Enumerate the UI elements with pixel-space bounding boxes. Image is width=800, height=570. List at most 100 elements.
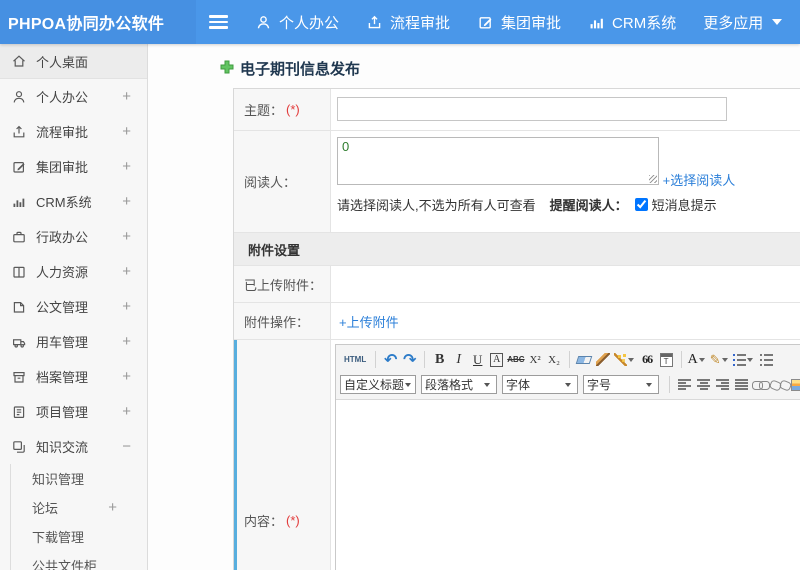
paste-plain-text-icon[interactable] xyxy=(659,352,673,367)
select-readers-link[interactable]: +选择阅读人 xyxy=(663,170,736,189)
sms-notify-label: 短消息提示 xyxy=(651,198,717,213)
nav-group-approval[interactable]: 集团审批 xyxy=(477,12,561,33)
sidebar-item-workflow-approval[interactable]: 流程审批 + xyxy=(0,114,147,149)
italic-icon[interactable] xyxy=(449,349,468,370)
knowledge-icon xyxy=(10,438,27,455)
workflow-icon xyxy=(366,14,383,31)
link-icon[interactable] xyxy=(752,380,770,390)
readers-textarea[interactable]: 0 xyxy=(337,137,659,185)
editor-content-body[interactable] xyxy=(336,400,800,570)
menu-toggle-icon[interactable] xyxy=(209,15,228,29)
edit-icon xyxy=(477,14,494,31)
highlight-pen-icon xyxy=(710,352,721,368)
format-brush-icon[interactable] xyxy=(596,353,611,366)
attachment-operation-label: 附件操作： xyxy=(244,314,310,330)
align-justify-icon[interactable] xyxy=(735,379,748,390)
nav-crm-system[interactable]: CRM系统 xyxy=(588,12,676,33)
expand-plus[interactable]: + xyxy=(122,158,131,175)
nav-personal-office[interactable]: 个人办公 xyxy=(255,12,339,33)
sidebar-item-personal-office[interactable]: 个人办公 + xyxy=(0,79,147,114)
align-center-icon[interactable] xyxy=(697,379,710,390)
expand-plus[interactable]: + xyxy=(122,88,131,105)
expand-plus[interactable]: + xyxy=(122,368,131,385)
sidebar-subitem-downloads[interactable]: 下载管理 xyxy=(11,522,147,551)
sidebar-item-admin-office[interactable]: 行政办公 + xyxy=(0,219,147,254)
ordered-list-icon xyxy=(732,353,746,366)
expand-plus[interactable]: + xyxy=(122,193,131,210)
align-left-icon[interactable] xyxy=(678,379,691,390)
sidebar-item-vehicles[interactable]: 用车管理 + xyxy=(0,324,147,359)
html-source-button[interactable]: HTML xyxy=(340,349,370,370)
align-right-icon[interactable] xyxy=(716,379,729,390)
unlink-icon[interactable] xyxy=(771,380,788,390)
subject-label: 主题： xyxy=(244,103,284,118)
nav-label: 个人办公 xyxy=(279,14,340,32)
caret-down-icon xyxy=(484,382,490,387)
sidebar-item-knowledge[interactable]: 知识交流 − xyxy=(0,429,147,464)
subject-input[interactable] xyxy=(337,97,727,121)
sidebar-item-group-approval[interactable]: 集团审批 + xyxy=(0,149,147,184)
sidebar-item-crm[interactable]: CRM系统 + xyxy=(0,184,147,219)
edit-icon xyxy=(10,158,27,175)
upload-attachment-link[interactable]: +上传附件 xyxy=(339,312,399,331)
subscript-icon[interactable] xyxy=(545,349,564,370)
editor-toolbar: HTML ↶ ↷ B I U A ABC X² X₂ 66 T A ✎ 自定义标… xyxy=(336,345,800,400)
char-border-icon[interactable] xyxy=(490,352,504,367)
collapse-minus[interactable]: − xyxy=(122,438,131,455)
nav-workflow-approval[interactable]: 流程审批 xyxy=(366,12,450,33)
font-family-select[interactable]: 字体 xyxy=(502,375,578,394)
image-icon[interactable] xyxy=(791,378,800,391)
sidebar-item-archives[interactable]: 档案管理 + xyxy=(0,359,147,394)
sms-notify-checkbox[interactable] xyxy=(634,198,648,211)
chart-icon xyxy=(588,14,605,31)
sidebar-item-personal-desktop[interactable]: 个人桌面 xyxy=(0,44,147,79)
ordered-list-button[interactable] xyxy=(732,349,757,370)
top-header: PHPOA协同办公软件 个人办公 流程审批 集团审批 CRM系统 更多应用 xyxy=(0,0,800,44)
heading-select[interactable]: 自定义标题 xyxy=(340,375,416,394)
sidebar-item-projects[interactable]: 项目管理 + xyxy=(0,394,147,429)
sidebar-subitem-forum[interactable]: 论坛 + xyxy=(11,493,147,522)
sidebar-subitem-knowledge-mgmt[interactable]: 知识管理 xyxy=(11,464,147,493)
undo-icon[interactable] xyxy=(381,349,400,370)
uploaded-attachments-value xyxy=(331,266,800,302)
readers-hint: 请选择阅读人,不选为所有人可查看 xyxy=(337,198,536,213)
expand-plus[interactable]: + xyxy=(122,263,131,280)
uploaded-attachments-row: 已上传附件： xyxy=(234,266,800,303)
expand-plus[interactable]: + xyxy=(122,123,131,140)
expand-plus[interactable]: + xyxy=(122,333,131,350)
superscript-icon[interactable] xyxy=(526,349,545,370)
readers-label: 阅读人： xyxy=(244,175,297,190)
nav-label: CRM系统 xyxy=(612,14,677,32)
font-size-select[interactable]: 字号 xyxy=(583,375,659,394)
publish-form: 主题： (*) 阅读人： 0 +选择阅读人 请选择阅读人,不选为所有人可查看 提… xyxy=(233,88,800,570)
paragraph-format-select[interactable]: 段落格式 xyxy=(421,375,497,394)
font-color-button[interactable] xyxy=(687,349,709,370)
strikethrough-icon[interactable] xyxy=(506,349,525,370)
book-icon xyxy=(10,263,27,280)
magic-wand-icon xyxy=(613,353,627,366)
redo-icon[interactable] xyxy=(400,349,419,370)
expand-plus[interactable]: + xyxy=(108,499,117,516)
expand-plus[interactable]: + xyxy=(122,228,131,245)
sidebar-subitem-public-cabinet[interactable]: 公共文件柜 xyxy=(11,551,147,570)
font-color-icon xyxy=(688,352,698,368)
blockquote-icon[interactable] xyxy=(638,349,657,370)
bold-icon[interactable] xyxy=(430,349,449,370)
expand-plus[interactable]: + xyxy=(122,298,131,315)
remove-format-eraser-icon[interactable] xyxy=(575,355,593,364)
nav-more-apps[interactable]: 更多应用 xyxy=(703,12,783,33)
expand-plus[interactable]: + xyxy=(122,403,131,420)
nav-label: 流程审批 xyxy=(390,14,451,32)
underline-icon[interactable] xyxy=(468,349,487,370)
add-icon xyxy=(220,60,234,78)
project-icon xyxy=(10,403,27,420)
sidebar-item-documents[interactable]: 公文管理 + xyxy=(0,289,147,324)
auto-typeset-button[interactable] xyxy=(613,349,638,370)
document-icon xyxy=(10,298,27,315)
unordered-list-icon[interactable] xyxy=(759,353,773,366)
highlight-button[interactable] xyxy=(709,349,732,370)
briefcase-icon xyxy=(10,228,27,245)
subject-row: 主题： (*) xyxy=(234,89,800,131)
home-icon xyxy=(10,53,27,70)
sidebar-item-hr[interactable]: 人力资源 + xyxy=(0,254,147,289)
